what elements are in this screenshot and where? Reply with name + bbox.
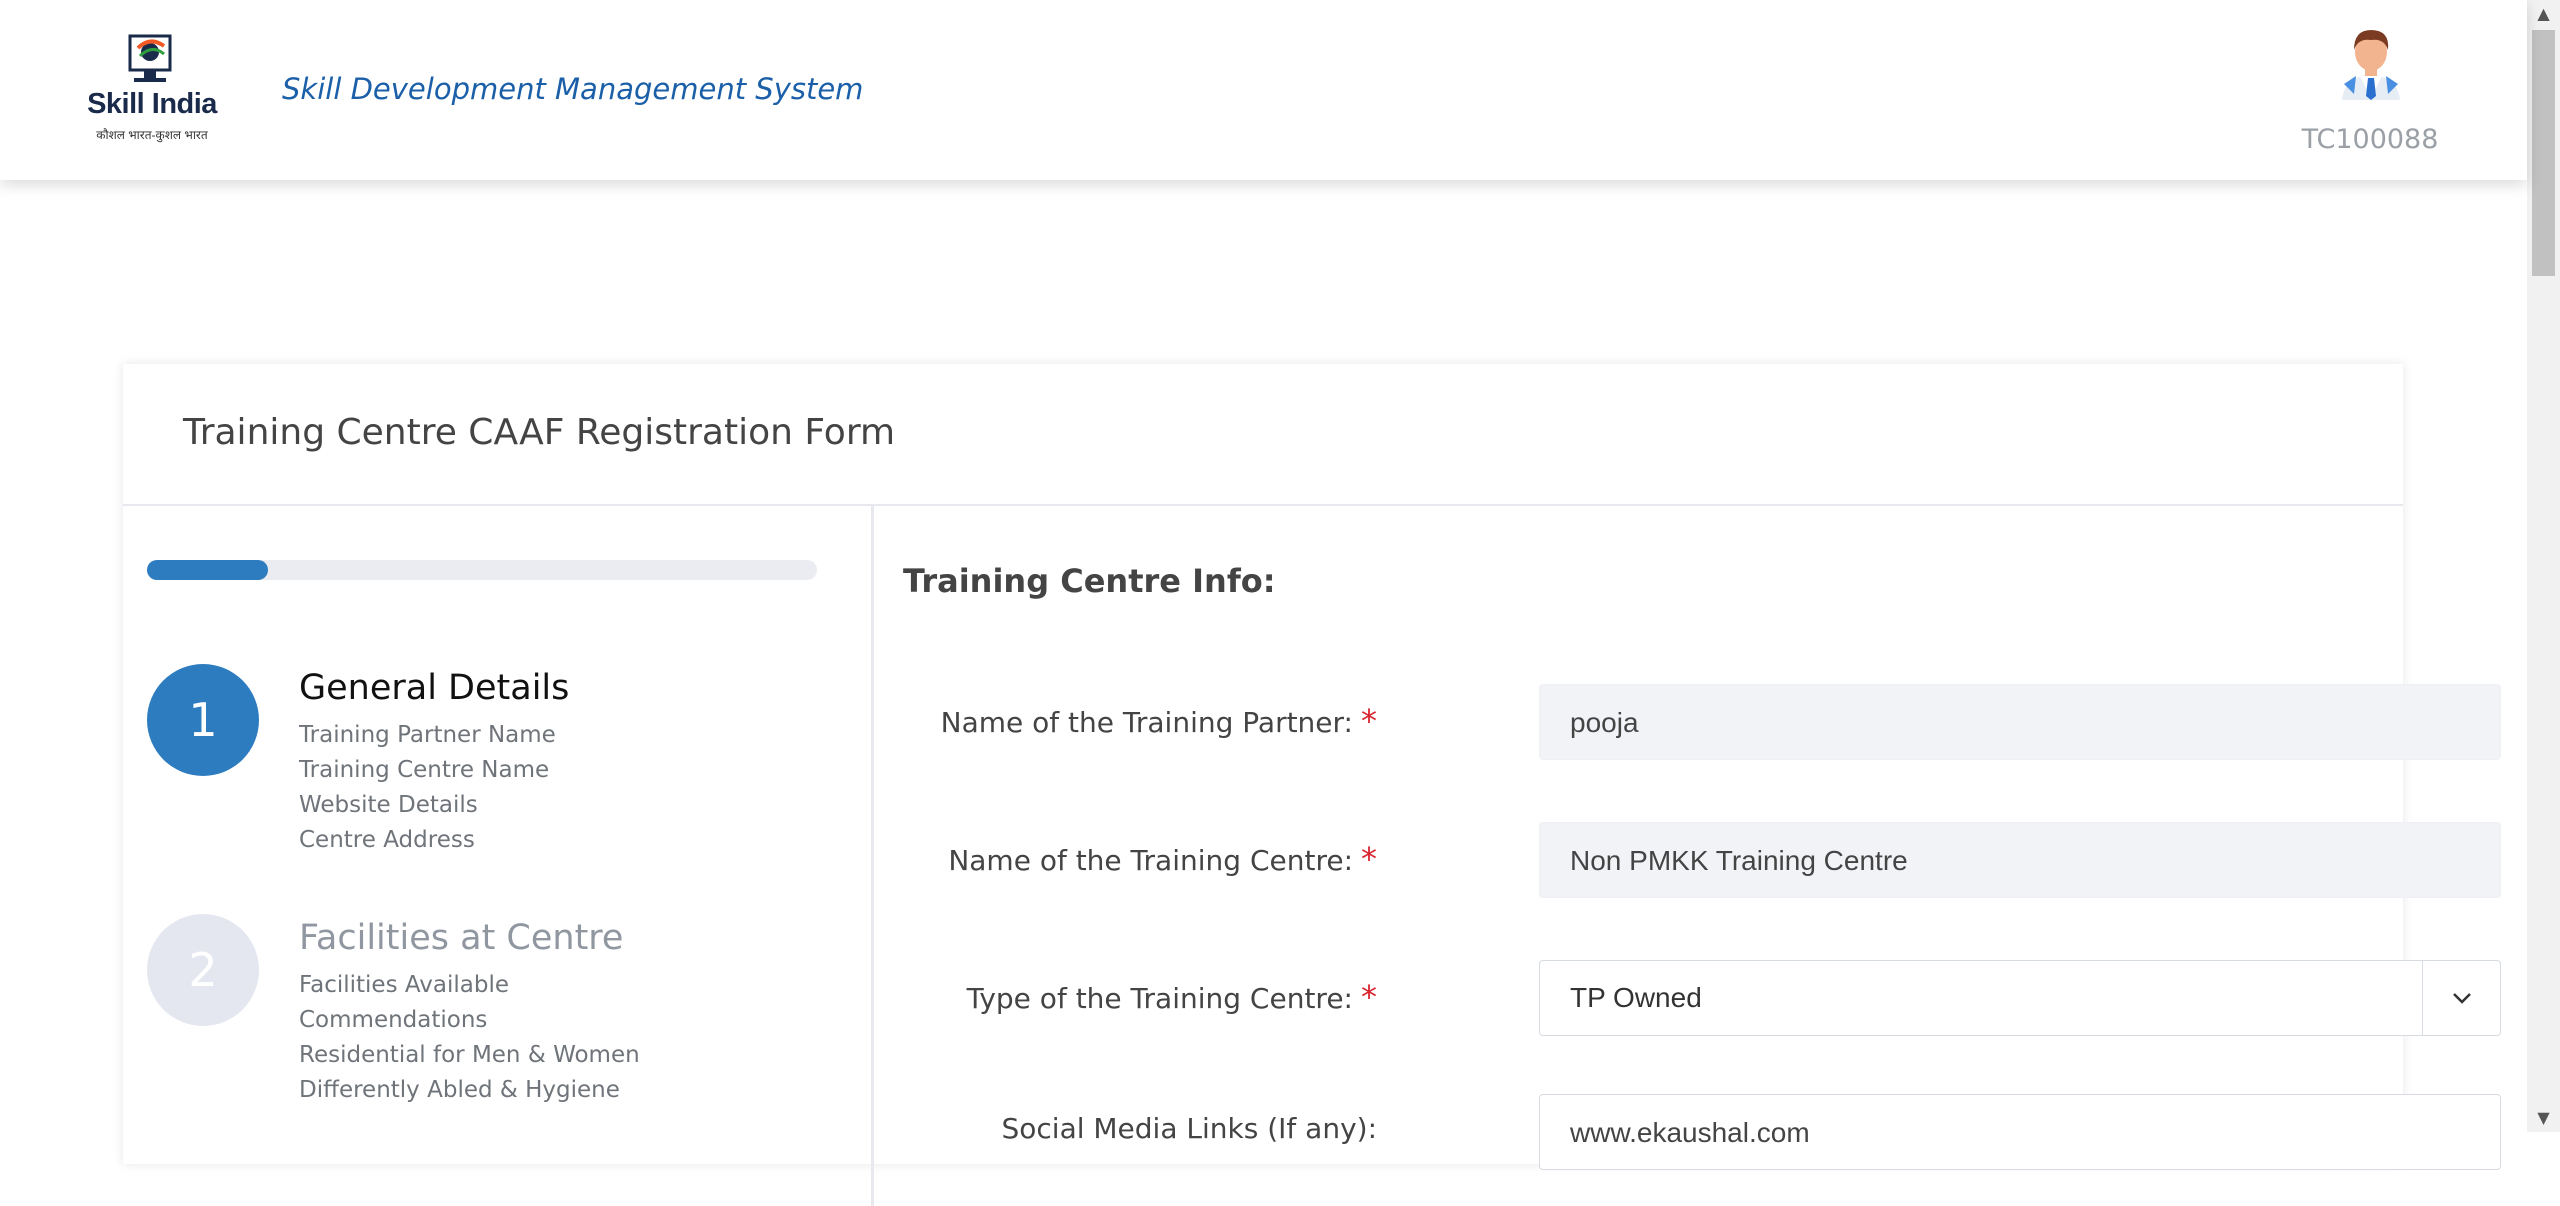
- field-label: Social Media Links (If any):: [1001, 1112, 1377, 1145]
- field-label: Name of the Training Centre: *: [948, 840, 1377, 878]
- chevron-down-icon: [2453, 993, 2471, 1004]
- card-divider: [123, 504, 2403, 506]
- app-title: Skill Development Management System: [282, 72, 864, 106]
- step-items: Facilities Available Commendations Resid…: [299, 968, 640, 1108]
- top-header: Skill India कौशल भारत-कुशल भारत Skill De…: [0, 0, 2527, 180]
- form-title: Training Centre CAAF Registration Form: [183, 412, 896, 453]
- page-scrollbar[interactable]: ▲ ▼: [2527, 0, 2560, 1132]
- user-id[interactable]: TC100088: [2260, 124, 2480, 155]
- logo-title: Skill India: [87, 88, 217, 120]
- social-media-links-input[interactable]: www.ekaushal.com: [1539, 1094, 2501, 1170]
- step-item: Commendations: [299, 1007, 488, 1033]
- progress-bar-fill: [147, 560, 268, 580]
- scroll-thumb[interactable]: [2532, 30, 2555, 276]
- step-number-circle: 2: [147, 914, 259, 1026]
- form-row-centre-type: Type of the Training Centre: * TP Owned: [913, 960, 2501, 1036]
- step-number-circle: 1: [147, 664, 259, 776]
- dropdown-toggle-button[interactable]: [2422, 961, 2500, 1035]
- required-marker: *: [1361, 840, 1377, 878]
- field-label-text: Social Media Links (If any):: [1001, 1112, 1377, 1145]
- training-centre-name-input[interactable]: Non PMKK Training Centre: [1539, 822, 2501, 898]
- step-item: Website Details: [299, 792, 478, 818]
- logo-subtitle: कौशल भारत-कुशल भारत: [96, 128, 208, 142]
- field-label: Name of the Training Partner: *: [941, 702, 1377, 740]
- step-title: Facilities at Centre: [299, 918, 624, 958]
- form-row-training-centre: Name of the Training Centre: * Non PMKK T…: [913, 822, 2501, 898]
- skill-india-emblem-icon: [128, 34, 172, 82]
- field-label-text: Name of the Training Partner:: [940, 706, 1353, 739]
- form-row-training-partner: Name of the Training Partner: * pooja: [913, 684, 2501, 760]
- field-label-text: Name of the Training Centre:: [948, 844, 1353, 877]
- form-row-social-media: Social Media Links (If any): www.ekausha…: [913, 1094, 2501, 1170]
- field-label: Type of the Training Centre: *: [967, 978, 1377, 1016]
- step-item: Training Partner Name: [299, 722, 556, 748]
- scroll-down-arrow-icon[interactable]: ▼: [2527, 1104, 2560, 1132]
- section-title: Training Centre Info:: [903, 562, 1276, 600]
- step-item: Training Centre Name: [299, 757, 550, 783]
- step-item: Facilities Available: [299, 972, 509, 998]
- column-divider: [871, 506, 874, 1206]
- step-items: Training Partner Name Training Centre Na…: [299, 718, 556, 858]
- step-title: General Details: [299, 668, 570, 708]
- field-label-text: Type of the Training Centre:: [966, 982, 1353, 1015]
- selected-value: TP Owned: [1570, 982, 1702, 1013]
- scroll-up-arrow-icon[interactable]: ▲: [2527, 0, 2560, 28]
- required-marker: *: [1361, 978, 1377, 1016]
- progress-bar: [147, 560, 817, 580]
- training-partner-name-input[interactable]: pooja: [1539, 684, 2501, 760]
- step-item: Centre Address: [299, 827, 475, 853]
- centre-type-select[interactable]: TP Owned: [1539, 960, 2501, 1036]
- user-avatar-icon[interactable]: [2338, 28, 2404, 100]
- required-marker: *: [1361, 702, 1377, 740]
- skill-india-logo[interactable]: Skill India कौशल भारत-कुशल भारत: [82, 34, 222, 146]
- step-item: Differently Abled & Hygiene: [299, 1077, 620, 1103]
- step-item: Residential for Men & Women: [299, 1042, 640, 1068]
- registration-form-card: Training Centre CAAF Registration Form 1…: [123, 364, 2501, 1206]
